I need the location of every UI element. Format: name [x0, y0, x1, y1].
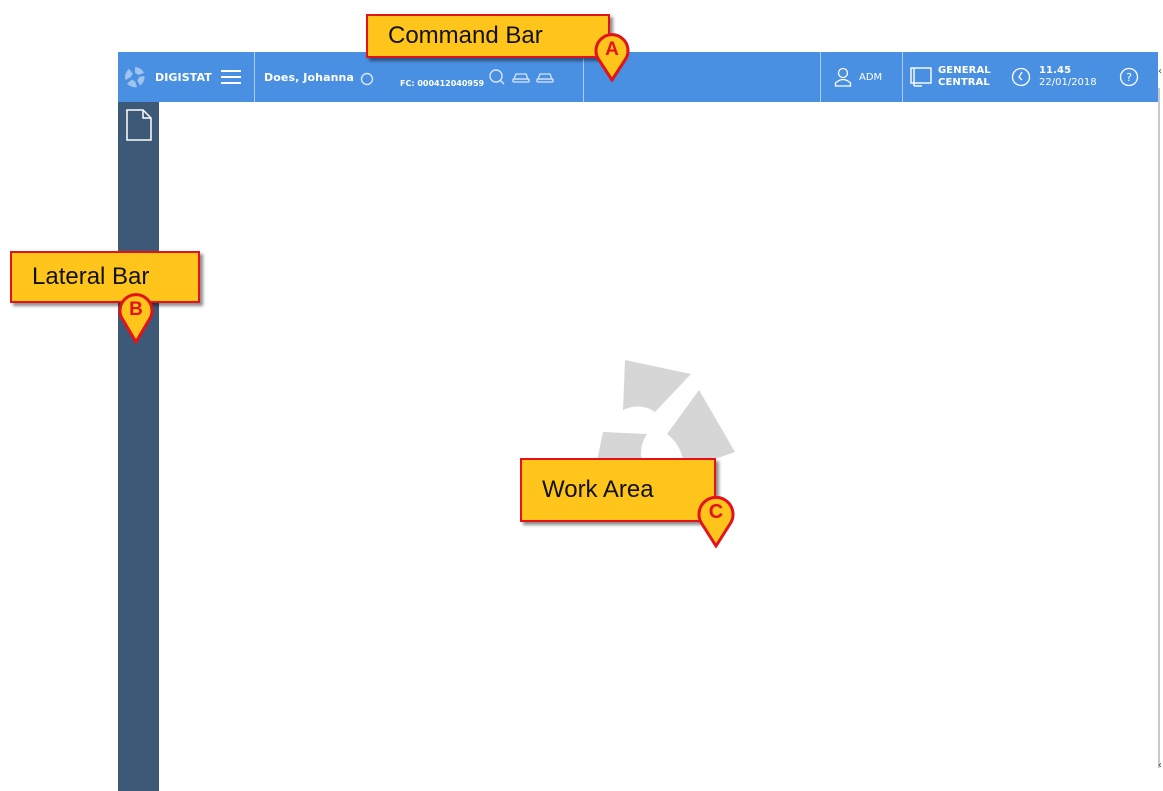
workstation-label: GENERAL CENTRAL	[938, 65, 991, 89]
divider	[583, 52, 584, 102]
car-icon[interactable]	[536, 70, 554, 84]
clock-button[interactable]: 11.45 22/01/2018	[1011, 52, 1097, 102]
document-icon[interactable]	[125, 109, 153, 141]
callout-marker-b: B	[118, 293, 154, 344]
callout-work-area-label: Work Area	[542, 476, 654, 503]
command-bar: DIGISTAT Does, Johanna FC: 000412040959	[118, 52, 1158, 102]
marker-b-label: B	[129, 299, 143, 320]
callout-marker-c: C	[697, 495, 735, 548]
callout-marker-a: A	[594, 33, 630, 82]
work-area	[159, 102, 1158, 791]
workstation-icon	[910, 67, 932, 87]
time-label: 11.45	[1039, 65, 1072, 76]
callout-command-bar-label: Command Bar	[388, 22, 543, 49]
divider	[820, 52, 821, 102]
search-icon[interactable]	[488, 68, 506, 86]
brand-label: DIGISTAT	[155, 70, 212, 84]
workstation-button[interactable]: GENERAL CENTRAL	[910, 52, 991, 102]
digistat-menu[interactable]: DIGISTAT	[124, 52, 241, 102]
patient-name: Does, Johanna	[264, 70, 354, 84]
svg-text:?: ?	[1126, 71, 1132, 84]
patient-tools	[488, 52, 554, 102]
scroll-down-icon[interactable]: ‹	[1158, 760, 1162, 771]
date-label: 22/01/2018	[1039, 77, 1097, 88]
divider	[254, 52, 255, 102]
clock-icon	[1011, 67, 1031, 87]
digistat-logo-icon	[125, 67, 145, 88]
digistat-app: DIGISTAT Does, Johanna FC: 000412040959	[118, 52, 1158, 791]
callout-command-bar: Command Bar	[366, 14, 610, 58]
help-button[interactable]: ?	[1119, 52, 1139, 102]
workstation-line1: GENERAL	[938, 65, 991, 76]
car-icon[interactable]	[512, 70, 530, 84]
lateral-bar	[118, 102, 159, 791]
user-icon	[834, 67, 852, 87]
callout-work-area: Work Area	[520, 458, 716, 522]
workstation-line2: CENTRAL	[938, 77, 990, 88]
patient-code-field: FC: 000412040959	[400, 58, 484, 108]
scrollbar[interactable]	[1158, 88, 1160, 768]
user-button[interactable]: ADM	[834, 52, 882, 102]
menu-icon[interactable]	[220, 69, 241, 85]
marker-c-label: C	[709, 501, 723, 523]
patient-code: FC: 000412040959	[400, 78, 485, 88]
patient-button[interactable]: Does, Johanna	[264, 52, 374, 102]
patient-status-icon	[360, 72, 374, 86]
help-icon: ?	[1119, 67, 1139, 87]
divider	[902, 52, 903, 102]
callout-lateral-bar: Lateral Bar	[10, 251, 200, 303]
scroll-up-icon[interactable]: ‹	[1158, 66, 1162, 77]
datetime: 11.45 22/01/2018	[1039, 65, 1097, 89]
user-label: ADM	[859, 71, 883, 83]
marker-a-label: A	[605, 39, 619, 60]
